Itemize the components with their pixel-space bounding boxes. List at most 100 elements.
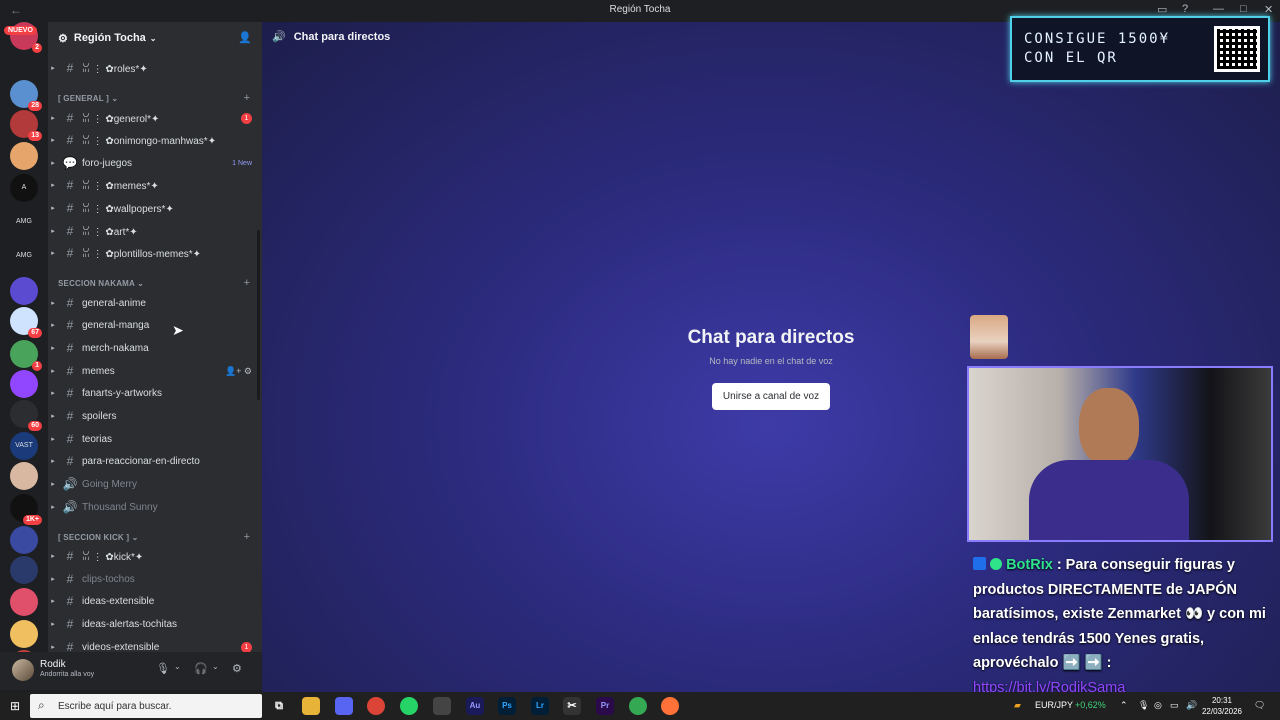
server-icon[interactable]: 1K+ [10, 494, 42, 525]
user-settings-gear-icon[interactable]: ⚙ [232, 662, 242, 675]
expand-caret-icon[interactable]: ▸ [48, 367, 60, 375]
expand-caret-icon[interactable]: ▸ [48, 503, 60, 511]
channel-item[interactable]: ▸ 🔊 Thousand Sunny [48, 497, 262, 517]
task-view-icon[interactable]: ⧉ [270, 697, 288, 715]
notifications-icon[interactable]: 🗨 [1254, 700, 1265, 711]
chrome-profile-icon[interactable] [629, 697, 647, 715]
expand-caret-icon[interactable]: ▸ [48, 227, 60, 235]
server-icon[interactable] [10, 588, 38, 616]
server-icon[interactable] [10, 620, 38, 648]
minimize-icon[interactable]: — [1213, 3, 1224, 15]
premiere-icon[interactable]: Pr [596, 697, 614, 715]
server-icon[interactable]: AMG [10, 208, 38, 236]
server-icon[interactable] [10, 142, 38, 170]
chevron-down-icon[interactable]: ⌄ [174, 662, 181, 671]
expand-caret-icon[interactable]: ▸ [48, 64, 60, 72]
server-icon[interactable]: AMG [10, 242, 38, 270]
expand-caret-icon[interactable]: ▸ [48, 321, 60, 329]
inbox-icon[interactable]: ▭ [1157, 3, 1167, 16]
whatsapp-icon[interactable] [400, 697, 418, 715]
expand-caret-icon[interactable]: ▸ [48, 435, 60, 443]
headphones-icon[interactable]: 🎧 [194, 662, 208, 675]
expand-caret-icon[interactable]: ▸ [48, 114, 60, 122]
expand-caret-icon[interactable]: ▸ [48, 597, 60, 605]
channel-item[interactable]: ▸ # ꈍ ⋮ ✿generol*✦ 1 [48, 108, 262, 128]
tray-network-icon[interactable]: ▭ [1170, 700, 1179, 711]
channel-item[interactable]: ▸ 🔊 Going Merry [48, 474, 262, 494]
channel-item[interactable]: ▸ # fanarts-y-artworks [48, 383, 262, 403]
firefox-icon[interactable] [661, 697, 679, 715]
capcut-icon[interactable]: ✂ [563, 697, 581, 715]
channel-item[interactable]: ▸ # general-manga [48, 315, 262, 335]
category-seccion-nakama[interactable]: SECCION NAKAMA ⌄ [58, 279, 144, 288]
help-icon[interactable]: ? [1182, 3, 1188, 15]
discord-icon[interactable] [335, 697, 353, 715]
channel-item[interactable]: ▸ # spoilers [48, 406, 262, 426]
expand-caret-icon[interactable]: ▸ [48, 389, 60, 397]
channel-item[interactable]: ▸ 💬 foro-juegos 1 New [48, 153, 262, 173]
expand-caret-icon[interactable]: ▸ [48, 575, 60, 583]
chevron-down-icon[interactable]: ⌄ [212, 662, 219, 671]
category-seccion-kick[interactable]: [ SECCION KICK ] ⌄ [58, 533, 139, 542]
add-channel-icon[interactable]: + [244, 92, 250, 104]
channel-settings-icon[interactable]: 👤+ ⚙ [225, 366, 252, 377]
expand-caret-icon[interactable]: ▸ [48, 249, 60, 257]
channel-item[interactable]: ▸ # ꈍ ⋮ ✿roles*✦ [48, 58, 262, 78]
join-voice-button[interactable]: Unirse a canal de voz [712, 383, 830, 410]
channel-item[interactable]: ▸ # ꈍ ⋮ ✿kick*✦ [48, 546, 262, 566]
expand-caret-icon[interactable]: ▸ [48, 299, 60, 307]
taskbar-clock[interactable]: 20:31 22/03/2026 [1202, 695, 1242, 717]
expand-caret-icon[interactable]: ▸ [48, 412, 60, 420]
channel-item[interactable]: ▸ # general-anime [48, 293, 262, 313]
maximize-icon[interactable]: □ [1240, 3, 1247, 15]
expand-caret-icon[interactable]: ▸ [48, 204, 60, 212]
lightroom-icon[interactable]: Lr [531, 697, 549, 715]
audition-icon[interactable]: Au [466, 697, 484, 715]
expand-caret-icon[interactable]: ▸ [48, 620, 60, 628]
invite-people-icon[interactable]: 👤 [238, 31, 252, 44]
tray-app-icon[interactable]: ◎ [1154, 700, 1162, 711]
server-icon[interactable]: 60 [10, 400, 42, 431]
expand-caret-icon[interactable]: ▸ [48, 181, 60, 189]
channel-item[interactable]: ▸ # videos-extensible 1 [48, 637, 262, 652]
channel-item[interactable]: ▸ # clips-tochos [48, 569, 262, 589]
expand-caret-icon[interactable]: ▸ [48, 159, 60, 167]
channel-item[interactable]: ▸ # ꈍ ⋮ ✿onimongo-manhwas*✦ [48, 130, 262, 150]
add-channel-icon[interactable]: + [244, 277, 250, 289]
obs-icon[interactable] [433, 697, 451, 715]
close-icon[interactable]: ✕ [1264, 3, 1273, 16]
expand-caret-icon[interactable]: ▸ [48, 136, 60, 144]
tray-mic-icon[interactable]: 🎙 [1138, 700, 1149, 711]
file-explorer-icon[interactable] [302, 697, 320, 715]
channel-item[interactable]: ▸ # merch-nakama [48, 338, 262, 358]
expand-caret-icon[interactable]: ▸ [48, 344, 60, 352]
channel-item[interactable]: ▸ # para-reaccionar-en-directo [48, 451, 262, 471]
channel-item[interactable]: ▸ # teorias [48, 429, 262, 449]
server-icon[interactable] [10, 556, 38, 584]
channel-item[interactable]: ▸ # ꈍ ⋮ ✿memes*✦ [48, 175, 262, 195]
microphone-icon[interactable]: 🎙 [156, 662, 170, 675]
channel-item[interactable]: ▸ # ideas-extensible [48, 591, 262, 611]
expand-caret-icon[interactable]: ▸ [48, 457, 60, 465]
chrome-icon[interactable] [367, 697, 385, 715]
server-icon[interactable] [10, 462, 38, 490]
server-icon[interactable]: 1 [10, 340, 42, 371]
server-icon[interactable]: 13 [10, 110, 42, 141]
channel-item[interactable]: ▸ # ꈍ ⋮ ✿wallpopers*✦ [48, 198, 262, 218]
expand-caret-icon[interactable]: ▸ [48, 480, 60, 488]
server-icon[interactable] [10, 277, 38, 305]
user-avatar[interactable] [12, 659, 34, 681]
tray-chevron-icon[interactable]: ⌃ [1120, 700, 1128, 711]
expand-caret-icon[interactable]: ▸ [48, 552, 60, 560]
channel-item[interactable]: ▸ # ideas-alertas-tochitas [48, 614, 262, 634]
channel-item[interactable]: ▸ # ꈍ ⋮ ✿art*✦ [48, 221, 262, 241]
server-icon[interactable]: 67 [10, 307, 42, 338]
server-icon[interactable]: VAST [10, 432, 38, 460]
channel-item[interactable]: ▸ # memes 👤+ ⚙ [48, 361, 262, 381]
tray-volume-icon[interactable]: 🔊 [1186, 700, 1197, 711]
photoshop-icon[interactable]: Ps [498, 697, 516, 715]
server-icon[interactable] [10, 370, 38, 398]
expand-caret-icon[interactable]: ▸ [48, 643, 60, 651]
windows-start-icon[interactable]: ⊞ [10, 699, 20, 713]
server-header[interactable]: ⚙ Región Tocha ⌄ 👤 [48, 22, 262, 54]
